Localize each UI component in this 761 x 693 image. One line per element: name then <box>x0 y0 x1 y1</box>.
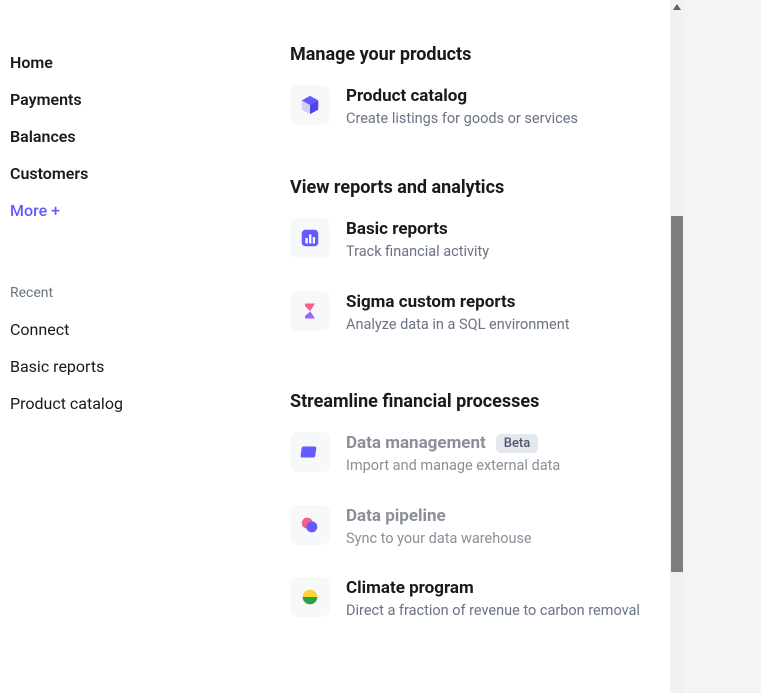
pipeline-icon <box>290 505 330 545</box>
card-desc: Import and manage external data <box>346 456 650 476</box>
card-data-pipeline[interactable]: Data pipeline Sync to your data warehous… <box>290 505 650 549</box>
card-desc: Direct a fraction of revenue to carbon r… <box>346 601 650 621</box>
scrollbar[interactable] <box>670 0 684 693</box>
main-content: Manage your products Product catalog Cre… <box>290 0 670 693</box>
scroll-thumb[interactable] <box>671 216 683 572</box>
card-product-catalog[interactable]: Product catalog Create listings for good… <box>290 85 650 129</box>
card-title: Basic reports <box>346 218 650 240</box>
card-title: Data management <box>346 432 486 454</box>
beta-badge: Beta <box>496 434 539 453</box>
bar-chart-icon <box>290 218 330 258</box>
card-title: Data pipeline <box>346 505 650 527</box>
section-reports-title: View reports and analytics <box>290 177 650 198</box>
card-desc: Analyze data in a SQL environment <box>346 315 650 335</box>
nav-balances[interactable]: Balances <box>10 118 290 155</box>
card-basic-reports[interactable]: Basic reports Track financial activity <box>290 218 650 262</box>
sigma-icon <box>290 291 330 331</box>
cube-icon <box>290 85 330 125</box>
card-desc: Create listings for goods or services <box>346 109 650 129</box>
card-desc: Sync to your data warehouse <box>346 529 650 549</box>
card-sigma-reports[interactable]: Sigma custom reports Analyze data in a S… <box>290 291 650 335</box>
nav-payments[interactable]: Payments <box>10 81 290 118</box>
card-desc: Track financial activity <box>346 242 650 262</box>
section-manage-products-title: Manage your products <box>290 44 650 65</box>
recent-basic-reports[interactable]: Basic reports <box>10 348 290 385</box>
card-title: Sigma custom reports <box>346 291 650 313</box>
card-data-management[interactable]: Data management Beta Import and manage e… <box>290 432 650 476</box>
data-mgmt-icon <box>290 432 330 472</box>
sidebar: Home Payments Balances Customers More + … <box>0 0 290 693</box>
recent-product-catalog[interactable]: Product catalog <box>10 385 290 422</box>
card-climate-program[interactable]: Climate program Direct a fraction of rev… <box>290 577 650 621</box>
recent-heading: Recent <box>10 285 290 301</box>
card-title: Product catalog <box>346 85 650 107</box>
nav-customers[interactable]: Customers <box>10 155 290 192</box>
card-title: Climate program <box>346 577 650 599</box>
climate-icon <box>290 577 330 617</box>
nav-home[interactable]: Home <box>10 44 290 81</box>
section-streamline-title: Streamline financial processes <box>290 391 650 412</box>
nav-more[interactable]: More + <box>10 192 290 229</box>
recent-connect[interactable]: Connect <box>10 311 290 348</box>
scroll-up-arrow-icon[interactable] <box>670 0 684 14</box>
right-gutter <box>684 0 761 693</box>
